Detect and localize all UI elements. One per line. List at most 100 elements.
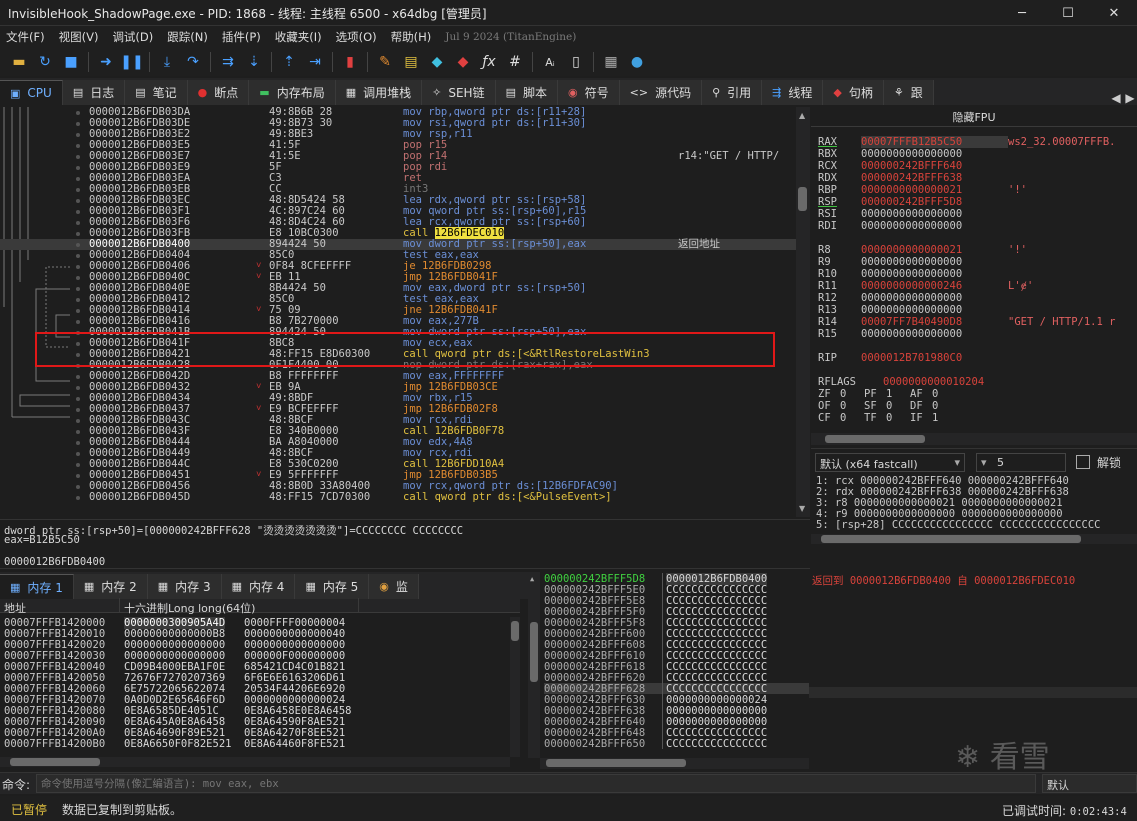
disasm-row[interactable]: 0000012B6FDB045D 48:FF15 7CD70300 call qwo…	[0, 492, 796, 503]
stack-row[interactable]: 000000242BFFF5E0 CCCCCCCCCCCCCCCC	[544, 584, 809, 596]
register-row[interactable]: R15 0000000000000000	[818, 328, 1008, 340]
tab-script[interactable]: ▤ 脚本	[495, 80, 558, 105]
stack-row[interactable]: 000000242BFFF608 CCCCCCCCCCCCCCCC	[544, 639, 809, 651]
breakpoint-dot[interactable]	[76, 375, 80, 379]
tab-trace[interactable]: ⚘ 跟	[883, 80, 934, 105]
breakpoint-dot[interactable]	[76, 496, 80, 500]
tab-dump-2[interactable]: ▦ 内存 2	[73, 574, 148, 599]
step-over-icon[interactable]: ↷	[180, 50, 206, 74]
menu-plugins[interactable]: 插件(P)	[222, 29, 261, 45]
breakpoint-dot[interactable]	[76, 221, 80, 225]
register-row[interactable]: RDX 000000242BFFF638	[818, 172, 1008, 184]
tab-seh[interactable]: ✧ SEH链	[422, 80, 496, 105]
register-value[interactable]: 0000000000000000	[861, 220, 1008, 232]
register-value[interactable]: 00007FFFB12B5C50	[861, 136, 1008, 148]
stop-icon[interactable]: ■	[58, 50, 84, 74]
tab-source[interactable]: <> 源代码	[619, 80, 703, 105]
tab-threads[interactable]: ⇶ 线程	[762, 80, 824, 105]
device-icon[interactable]: ▯	[563, 50, 589, 74]
tab-handles[interactable]: ◆ 句柄	[823, 80, 884, 105]
stack-row[interactable]: 000000242BFFF648 CCCCCCCCCCCCCCCC	[544, 727, 809, 739]
menu-view[interactable]: 视图(V)	[59, 29, 99, 45]
bookmark-icon[interactable]: ◆	[424, 50, 450, 74]
stack-row[interactable]: 000000242BFFF5E8 CCCCCCCCCCCCCCCC	[544, 595, 809, 607]
tab-dump-1[interactable]: ▦ 内存 1	[0, 574, 74, 599]
breakpoint-dot[interactable]	[76, 155, 80, 159]
register-row[interactable]: R9 0000000000000000	[818, 256, 1008, 268]
function-icon[interactable]: ƒx	[476, 50, 502, 74]
breakpoint-dot[interactable]	[76, 485, 80, 489]
tab-scroll-right[interactable]: ▶	[1123, 91, 1137, 105]
breakpoint-dot[interactable]	[76, 419, 80, 423]
tab-dump-3[interactable]: ▦ 内存 3	[147, 574, 222, 599]
stack-row[interactable]: 000000242BFFF620 CCCCCCCCCCCCCCCC	[544, 672, 809, 684]
tab-references[interactable]: ⚲ 引用	[702, 80, 763, 105]
register-value[interactable]: 0000012B701980C0	[861, 352, 1008, 364]
tab-memory-map[interactable]: ▬ 内存布局	[249, 80, 336, 105]
register-value[interactable]: 0000000000000000	[861, 292, 1008, 304]
breakpoint-dot[interactable]	[76, 133, 80, 137]
call-convention-select[interactable]: 默认 (x64 fastcall) ▾	[815, 453, 965, 472]
register-row[interactable]: RAX 00007FFFB12B5C50 ws2_32.00007FFFB.	[818, 136, 1115, 148]
breakpoint-dot[interactable]	[76, 452, 80, 456]
register-value[interactable]: 000000242BFFF640	[861, 160, 1008, 172]
stack-row[interactable]: 000000242BFFF618 CCCCCCCCCCCCCCCC	[544, 661, 809, 673]
memory-dump[interactable]: 地址 十六进制Long long(64位) 00007FFFB1420000 00…	[0, 598, 520, 769]
breakpoint-dot[interactable]	[76, 243, 80, 247]
flags-row[interactable]: ZF 0 PF 1 AF 0	[818, 388, 956, 400]
tab-cpu[interactable]: ▣ CPU	[0, 80, 63, 105]
register-value[interactable]: 00007FF7B40490D8	[861, 316, 1008, 328]
disassembly-scrollbar[interactable]: ▲ ▼	[796, 107, 810, 517]
stack-row[interactable]: 000000242BFFF610 CCCCCCCCCCCCCCCC	[544, 650, 809, 662]
trace-into-icon[interactable]: ⇉	[215, 50, 241, 74]
breakpoint-dot[interactable]	[76, 177, 80, 181]
dump-vscroll[interactable]	[510, 617, 520, 757]
register-value[interactable]: 000000242BFFF5D8	[861, 196, 1008, 208]
breakpoint-dot[interactable]	[76, 408, 80, 412]
stack-row[interactable]: 000000242BFFF630 0000000000000024	[544, 694, 809, 706]
stack-row[interactable]: 000000242BFFF628 CCCCCCCCCCCCCCCC	[544, 683, 809, 695]
maximize-button[interactable]: ☐	[1045, 0, 1091, 26]
register-row[interactable]: R14 00007FF7B40490D8 "GET / HTTP/1.1 r	[818, 316, 1115, 328]
flags-row[interactable]: CF 0 TF 0 IF 1	[818, 412, 956, 424]
command-mode-select[interactable]: 默认	[1042, 774, 1137, 793]
breakpoint-dot[interactable]	[76, 254, 80, 258]
breakpoint-dot[interactable]	[76, 144, 80, 148]
stack-row[interactable]: 000000242BFFF638 0000000000000000	[544, 705, 809, 717]
hash-icon[interactable]: #	[502, 50, 528, 74]
register-value[interactable]: 0000000000000000	[861, 328, 1008, 340]
comment-icon[interactable]: ▤	[398, 50, 424, 74]
stack-row[interactable]: 000000242BFFF5F8 CCCCCCCCCCCCCCCC	[544, 617, 809, 629]
register-row[interactable]: RDI 0000000000000000	[818, 220, 1008, 232]
breakpoint-dot[interactable]	[76, 430, 80, 434]
tab-scroll-left[interactable]: ◀	[1109, 91, 1123, 105]
disassembly-view[interactable]: 0000012B6FDB03DA 49:8B6B 28 mov rbp,qword …	[0, 107, 796, 517]
breakpoint-dot[interactable]	[76, 474, 80, 478]
breakpoint-dot[interactable]	[76, 232, 80, 236]
breakpoint-dot[interactable]	[76, 397, 80, 401]
stack-hscroll[interactable]	[540, 758, 809, 769]
menu-file[interactable]: 文件(F)	[6, 29, 45, 45]
breakpoint-dot[interactable]	[76, 166, 80, 170]
unlock-checkbox[interactable]	[1076, 455, 1090, 469]
stack-view[interactable]: 000000242BFFF5D8 0000012B6FDB0400 00000024…	[528, 572, 809, 769]
breakpoint-dot[interactable]	[76, 298, 80, 302]
execute-till-return-icon[interactable]: ⇡	[276, 50, 302, 74]
command-input[interactable]	[36, 774, 1036, 793]
menu-debug[interactable]: 调试(D)	[112, 29, 153, 45]
tab-breakpoints[interactable]: ● 断点	[187, 80, 250, 105]
tab-watch[interactable]: ◉ 监	[369, 574, 419, 599]
minimize-button[interactable]: ─	[999, 0, 1045, 26]
breakpoint-dot[interactable]	[76, 386, 80, 390]
stack-row[interactable]: 000000242BFFF600 CCCCCCCCCCCCCCCC	[544, 628, 809, 640]
dump-hscroll[interactable]	[0, 757, 510, 767]
register-row[interactable]: RSP 000000242BFFF5D8	[818, 196, 1008, 208]
register-value[interactable]: 0000000000000000	[861, 208, 1008, 220]
stack-row[interactable]: 000000242BFFF650 CCCCCCCCCCCCCCCC	[544, 738, 809, 750]
menu-help[interactable]: 帮助(H)	[391, 29, 432, 45]
breakpoint-dot[interactable]	[76, 320, 80, 324]
register-value[interactable]: 0000000000000246	[861, 280, 1008, 292]
register-row[interactable]: R10 0000000000000000	[818, 268, 1008, 280]
register-row[interactable]: R8 0000000000000021 '!'	[818, 244, 1027, 256]
breakpoint-dot[interactable]	[76, 287, 80, 291]
